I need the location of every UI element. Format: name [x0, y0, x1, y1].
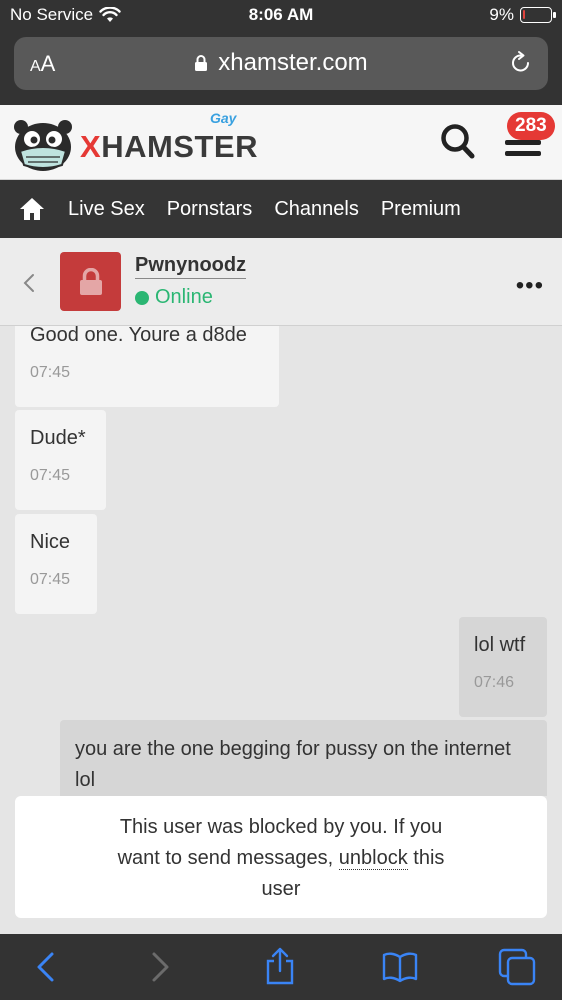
message-time: 07:46 — [474, 674, 515, 691]
search-icon[interactable] — [440, 123, 476, 161]
online-dot-icon — [135, 290, 149, 305]
lock-icon — [195, 55, 208, 71]
message-bubble-incoming: Dude* 07:45 — [15, 410, 106, 510]
nav-item-live-sex[interactable]: Live Sex — [68, 198, 145, 221]
message-bubble-incoming: Good one. Youre a d8de 07:45 — [15, 326, 279, 407]
chat-username[interactable]: Pwnynoodz — [135, 254, 247, 279]
message-text: you are the one begging for pussy on the… — [75, 738, 511, 791]
blocked-notice-line1: This user was blocked by you. If you — [119, 816, 443, 838]
logo-tag: Gay — [210, 110, 237, 126]
hamburger-menu-icon[interactable] — [505, 140, 541, 162]
share-icon[interactable] — [264, 947, 296, 985]
message-text: Dude* — [30, 427, 86, 449]
unblock-link[interactable]: unblock — [338, 847, 408, 870]
message-time: 07:45 — [30, 467, 71, 484]
nav-item-channels[interactable]: Channels — [274, 198, 359, 221]
message-list[interactable]: Good one. Youre a d8de 07:45 Dude* 07:45… — [0, 326, 562, 796]
blocked-notice-line3: user — [261, 878, 301, 900]
message-bubble-incoming: Nice 07:45 — [15, 514, 97, 614]
forward-icon[interactable] — [150, 951, 172, 983]
blocked-notice-text: this — [407, 847, 445, 869]
chevron-left-icon[interactable] — [22, 272, 36, 294]
back-icon[interactable] — [34, 951, 56, 983]
nav-item-pornstars[interactable]: Pornstars — [167, 198, 253, 221]
blocked-notice-text: want to send messages, — [117, 847, 339, 869]
message-text: Nice — [30, 531, 71, 553]
tabs-icon[interactable] — [498, 948, 536, 986]
logo-wordmark: HAMSTER — [101, 129, 258, 164]
clock: 8:06 AM — [248, 5, 314, 24]
avatar[interactable] — [60, 252, 121, 311]
browser-chrome-top: No Service 8:06 AM 9% AAAA xhamster.com — [0, 0, 562, 105]
browser-toolbar — [0, 934, 562, 1000]
reload-icon[interactable] — [508, 50, 534, 76]
notification-badge[interactable]: 283 — [507, 112, 555, 140]
message-bubble-outgoing: you are the one begging for pussy on the… — [60, 720, 547, 796]
logo-x: X — [80, 129, 102, 164]
status-bar: No Service 8:06 AM 9% — [0, 0, 562, 32]
message-bubble-outgoing: lol wtf 07:46 — [459, 617, 547, 717]
battery-icon — [520, 7, 556, 23]
lock-icon — [80, 268, 102, 295]
blocked-user-notice: This user was blocked by you. If you wan… — [15, 796, 547, 918]
message-text: Good one. Youre a d8de — [30, 326, 247, 346]
message-text: lol wtf — [474, 634, 526, 656]
more-options-icon[interactable]: ••• — [516, 272, 544, 300]
message-time: 07:45 — [30, 364, 71, 381]
bookmarks-icon[interactable] — [382, 951, 418, 983]
nav-item-premium[interactable]: Premium — [381, 198, 461, 221]
site-header: XHAMSTER Gay — [0, 105, 562, 180]
online-status: Online — [135, 286, 213, 309]
address-bar[interactable]: AAAA xhamster.com — [14, 37, 548, 90]
chat-header: Pwnynoodz Online ••• — [0, 238, 562, 326]
main-nav: Live Sex Pornstars Channels Premium — [0, 180, 562, 238]
status-label: Online — [155, 286, 213, 308]
home-icon[interactable] — [18, 196, 46, 222]
url-text: xhamster.com — [218, 49, 368, 76]
battery-percent: 9% — [489, 5, 514, 24]
message-time: 07:45 — [30, 571, 71, 588]
hamster-mascot-icon — [14, 120, 72, 171]
